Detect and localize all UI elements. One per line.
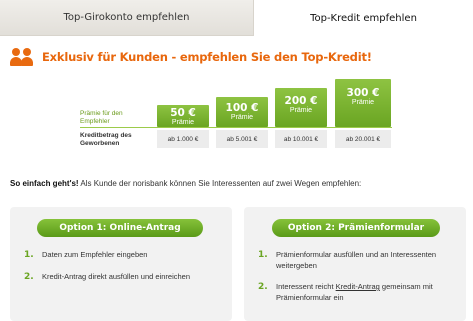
intro-text: So einfach geht's! Als Kunde der norisba… [10, 179, 361, 188]
step-text: Kredit-Antrag direkt ausfüllen und einre… [42, 272, 191, 281]
bonus-tier-2: 100 € Prämie [216, 97, 268, 127]
bonus-tier-3: 200 € Prämie [275, 88, 327, 127]
tab-top-girokonto[interactable]: Top-Girokonto empfehlen [0, 0, 253, 36]
tier-amount: 300 € [346, 87, 380, 99]
tier-threshold: ab 1.000 € [157, 130, 209, 148]
tab-label: Top-Kredit empfehlen [310, 12, 417, 24]
tier-threshold: ab 5.001 € [216, 130, 268, 148]
tab-top-kredit[interactable]: Top-Kredit empfehlen [253, 0, 473, 36]
praemie-row-label: Prämie für den Empfehler [80, 110, 123, 125]
step-number: 2. [22, 272, 34, 282]
tab-bar: Top-Girokonto empfehlen Top-Kredit empfe… [0, 0, 473, 36]
tier-amount: 100 € [225, 102, 259, 114]
tier-amount: 50 € [170, 107, 196, 119]
bonus-tier-4: 300 € Prämie [335, 79, 391, 127]
users-icon [10, 47, 36, 67]
option-2-panel: Option 2: Prämienformular 1. Prämienform… [244, 207, 466, 321]
kredit-antrag-link[interactable]: Kredit-Antrag [336, 282, 380, 291]
step-number: 1. [22, 250, 34, 260]
tier-amount: 200 € [284, 95, 318, 107]
intro-body: Als Kunde der norisbank können Sie Inter… [78, 179, 362, 188]
tier-threshold: ab 20.001 € [335, 130, 391, 148]
option-2-step-1: 1. Prämienformular ausfüllen und an Inte… [256, 250, 463, 272]
tier-label: Prämie [351, 98, 375, 106]
headline: Exklusiv für Kunden - empfehlen Sie den … [10, 46, 372, 68]
tier-label: Prämie [289, 106, 313, 114]
option-2-step-2: 2. Interessent reicht Kredit-Antrag geme… [256, 282, 463, 304]
step-text: Prämienformular ausfüllen und an Interes… [276, 250, 437, 270]
option-1-panel: Option 1: Online-Antrag 1. Daten zum Emp… [10, 207, 232, 321]
option-1-step-2: 2. Kredit-Antrag direkt ausfüllen und ei… [22, 272, 224, 283]
tier-label: Prämie [230, 113, 254, 121]
step-number: 2. [256, 282, 268, 292]
step-text: Daten zum Empfehler eingeben [42, 250, 148, 259]
bonus-tier-1: 50 € Prämie [157, 105, 209, 127]
step-text: Interessent reicht Kredit-Antrag gemeins… [258, 282, 463, 304]
tier-threshold: ab 10.001 € [275, 130, 327, 148]
tier-label: Prämie [171, 118, 195, 126]
step-number: 1. [256, 250, 268, 260]
divider [80, 127, 392, 128]
bonus-table: Prämie für den Empfehler Kreditbetrag de… [80, 76, 392, 156]
option-2-button[interactable]: Option 2: Prämienformular [272, 219, 440, 237]
kredit-row-label: Kreditbetrag des Geworbenen [80, 132, 132, 147]
step-text-part: Interessent reicht [276, 282, 336, 291]
option-1-button[interactable]: Option 1: Online-Antrag [37, 219, 203, 237]
headline-text: Exklusiv für Kunden - empfehlen Sie den … [42, 50, 372, 64]
option-1-step-1: 1. Daten zum Empfehler eingeben [22, 250, 224, 261]
intro-bold: So einfach geht's! [10, 179, 79, 188]
tab-label: Top-Girokonto empfehlen [63, 12, 190, 23]
